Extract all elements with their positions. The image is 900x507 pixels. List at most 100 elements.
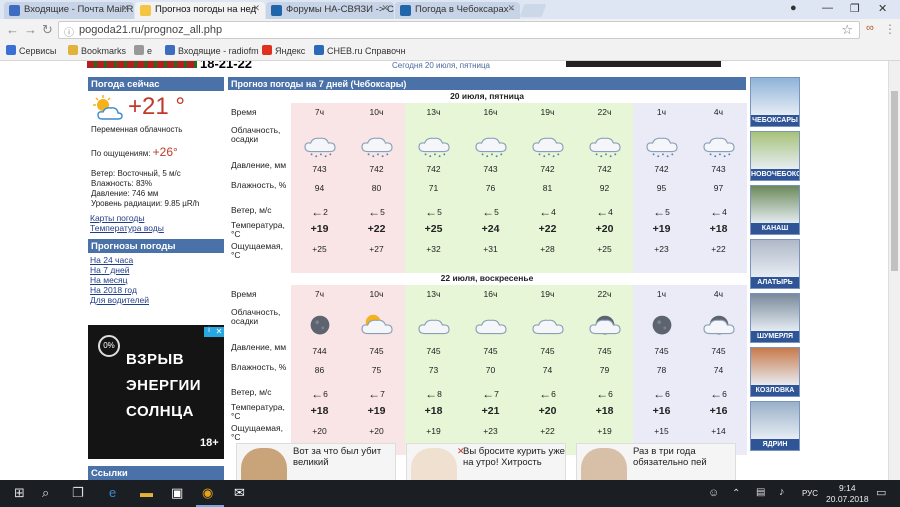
row-label: Давление, мм xyxy=(231,342,287,352)
feels-cell: +25 xyxy=(312,244,327,254)
store-icon[interactable]: ▣ xyxy=(164,482,192,507)
humidity-cell: 74 xyxy=(542,365,553,375)
time-cell: 13ч xyxy=(426,107,441,117)
close-icon[interactable]: ✕ xyxy=(381,3,389,14)
banner-ad[interactable] xyxy=(566,61,721,67)
humidity-cell: 78 xyxy=(656,365,667,375)
folder-icon xyxy=(68,45,78,55)
drivers-link[interactable]: Для водителей xyxy=(90,295,222,305)
volume-icon[interactable]: ♪ xyxy=(779,486,785,498)
page-icon xyxy=(134,45,144,55)
close-window-button[interactable]: ✕ xyxy=(878,2,887,15)
wind-value: 4 xyxy=(551,207,556,217)
tray-up-icon[interactable]: ⌃ xyxy=(732,488,740,499)
banner-today: Сегодня 20 июля, пятница xyxy=(392,61,490,70)
advertisement[interactable]: 0% i ✕ ВЗРЫВ ЭНЕРГИИ СОЛНЦА 18+ xyxy=(88,325,224,459)
forum-icon xyxy=(271,5,282,16)
city-link[interactable]: НОВОЧЕБОКСАРСК xyxy=(750,131,800,181)
news-card[interactable]: Вот за что был убит великий xyxy=(236,443,396,480)
weather-maps-link[interactable]: Карты погоды xyxy=(90,213,222,223)
bookmark-label: Bookmarks xyxy=(81,46,127,56)
wind-cell: ←5 xyxy=(348,205,405,219)
bookmark-folder[interactable]: Bookmarks xyxy=(68,45,126,56)
city-link[interactable]: ЯДРИН xyxy=(750,401,800,451)
city-link[interactable]: КАНАШ xyxy=(750,185,800,235)
scrollbar[interactable] xyxy=(888,61,900,480)
time-cell: 10ч xyxy=(369,107,384,117)
minimize-button[interactable]: — xyxy=(822,2,833,14)
feels-cell: +28 xyxy=(540,244,555,254)
news-card[interactable]: Раз в три года обязательно пей xyxy=(576,443,736,480)
feels-cell: +20 xyxy=(369,426,384,436)
close-icon[interactable]: ✕ xyxy=(252,3,260,14)
people-icon[interactable]: ☺ xyxy=(708,487,719,499)
day-heading: 22 июля, воскресенье xyxy=(440,273,534,283)
ad-info-icon[interactable]: i xyxy=(204,327,214,337)
city-link[interactable]: ЧЕБОКСАРЫ xyxy=(750,77,800,127)
notifications-icon[interactable]: ▭ xyxy=(876,486,886,499)
bookmark-yandex[interactable]: Яндекс xyxy=(262,45,305,56)
row-label: Ветер, м/с xyxy=(231,387,272,397)
cloud-icon xyxy=(470,311,512,341)
search-icon[interactable]: ⌕ xyxy=(42,485,49,501)
mail-app-icon[interactable]: ✉ xyxy=(228,482,256,507)
tab-label: Форумы НА-СВЯЗИ -> С xyxy=(286,4,394,15)
news-card[interactable]: Вы бросите курить уже на утро! Хитрость ✕ xyxy=(406,443,566,480)
tab-forum[interactable]: Форумы НА-СВЯЗИ -> С ✕ xyxy=(266,2,394,19)
bookmark-mail[interactable]: Входящие - radiofm xyxy=(165,45,259,56)
windows-icon[interactable]: ⊞ xyxy=(14,485,25,501)
scroll-thumb[interactable] xyxy=(891,91,898,271)
maximize-button[interactable]: ❐ xyxy=(850,2,860,15)
pressure-cell: 742 xyxy=(540,164,555,174)
ad-close-icon[interactable]: ✕ xyxy=(214,327,224,337)
forecast-7d-link[interactable]: На 7 дней xyxy=(90,265,222,275)
bookmark-services[interactable]: Сервисы xyxy=(6,45,56,56)
time-cell: 22ч xyxy=(597,289,612,299)
tab-mail[interactable]: Входящие - Почта Mail.R ✕ xyxy=(4,2,134,19)
close-icon[interactable]: ✕ xyxy=(121,3,129,14)
reload-icon[interactable]: ↻ xyxy=(42,22,53,38)
wind-cell: ←7 xyxy=(348,387,405,401)
water-temp-link[interactable]: Температура воды xyxy=(90,223,222,233)
city-link[interactable]: КОЗЛОВКА xyxy=(750,347,800,397)
wind-value: 6 xyxy=(551,389,556,399)
edge-icon[interactable]: e xyxy=(102,482,130,507)
address-bar[interactable]: ⓘ pogoda21.ru/prognoz_all.php ☆ xyxy=(58,21,860,39)
chrome-icon[interactable]: ◉ xyxy=(196,482,224,507)
clock[interactable]: 9:14 20.07.2018 xyxy=(826,483,869,505)
tab-forecast[interactable]: Прогноз погоды на нед ✕ xyxy=(135,2,265,19)
news-thumbnail xyxy=(241,448,287,480)
pressure-cell: 742 xyxy=(426,164,441,174)
yandex-icon xyxy=(262,45,272,55)
humidity-cell: 81 xyxy=(542,183,553,193)
network-icon[interactable]: ▤ xyxy=(756,487,765,498)
wind-arrow-icon: ← xyxy=(311,205,324,219)
city-link[interactable]: ШУМЕРЛЯ xyxy=(750,293,800,343)
language-indicator[interactable]: РУС xyxy=(802,489,818,498)
extension-icon[interactable]: ∞ xyxy=(866,22,874,34)
profile-icon[interactable]: ● xyxy=(790,2,797,14)
ad-age: 18+ xyxy=(200,437,219,449)
explorer-icon[interactable]: ▬ xyxy=(134,482,162,507)
forecast-month-link[interactable]: На месяц xyxy=(90,275,222,285)
close-icon[interactable]: ✕ xyxy=(507,3,515,14)
wind-cell: ←5 xyxy=(405,205,462,219)
news-close-icon[interactable]: ✕ xyxy=(457,446,465,457)
bookmark-e[interactable]: e xyxy=(134,45,152,56)
city-link[interactable]: АЛАТЫРЬ xyxy=(750,239,800,289)
task-view-icon[interactable]: ❐ xyxy=(72,485,84,501)
back-icon[interactable]: ← xyxy=(6,22,19,37)
current-stats: Ветер: Восточный, 5 м/с Влажность: 83% Д… xyxy=(91,169,199,209)
row-label: Ощущаемая, °С xyxy=(231,423,283,442)
humidity-cell: 97 xyxy=(713,183,724,193)
star-icon[interactable]: ☆ xyxy=(841,22,853,38)
menu-icon[interactable]: ⋮ xyxy=(884,22,896,36)
bookmark-cheb[interactable]: CHEB.ru Справочн xyxy=(314,45,406,56)
new-tab-button[interactable] xyxy=(519,4,547,17)
pressure-cell: 742 xyxy=(369,164,384,174)
forward-icon[interactable]: → xyxy=(24,22,37,37)
forecast-24h-link[interactable]: На 24 часа xyxy=(90,255,222,265)
sun-cloud-icon xyxy=(356,311,398,341)
tab-weather[interactable]: Погода в Чебоксарах - ✕ xyxy=(395,2,520,19)
forecast-year-link[interactable]: На 2018 год xyxy=(90,285,222,295)
